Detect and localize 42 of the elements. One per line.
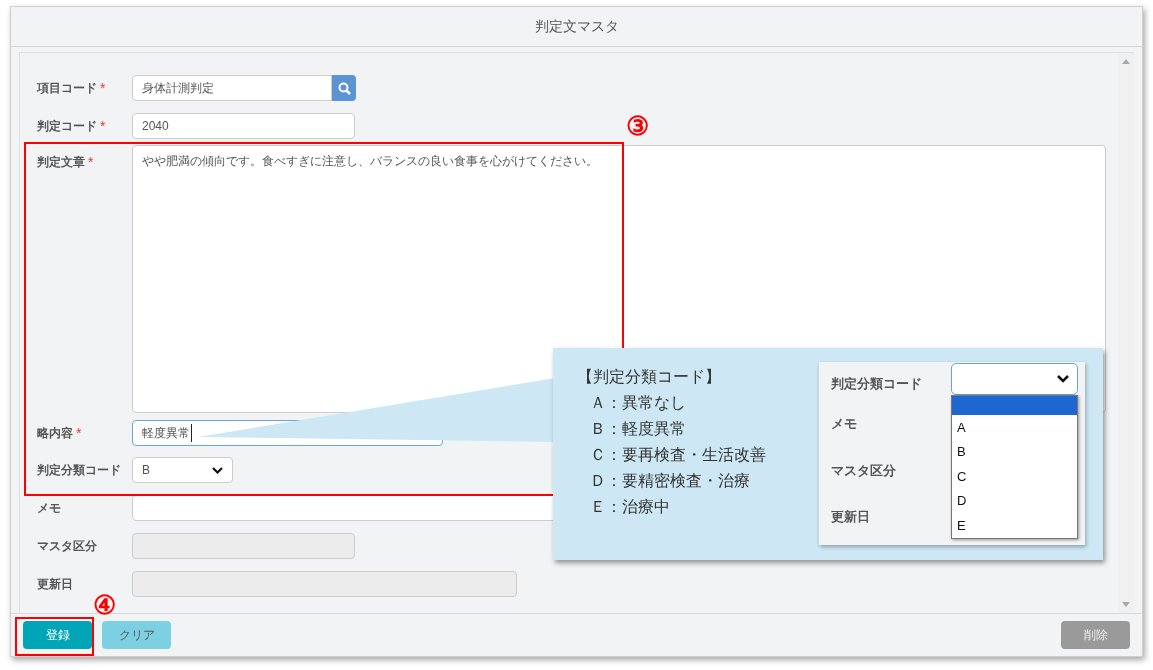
field-label: 判定分類コード <box>831 375 922 394</box>
field-label: 判定コード <box>37 118 97 135</box>
input-field[interactable]: 身体計測判定 <box>132 75 332 101</box>
legend-title: 【判定分類コード】 <box>577 367 722 387</box>
legend-item: Ｄ：要精密検査・治療 <box>590 471 751 491</box>
field-label: 略内容 <box>37 425 73 442</box>
legend-item: Ｃ：要再検査・生活改善 <box>590 445 767 465</box>
clear-button[interactable]: クリア <box>102 621 171 649</box>
field-label: マスタ区分 <box>37 538 97 555</box>
field-label: メモ <box>831 415 857 434</box>
dropdown-option[interactable]: E <box>952 513 1077 538</box>
search-icon <box>337 81 351 95</box>
dropdown-option[interactable]: D <box>952 488 1077 513</box>
required-mark: * <box>88 155 94 169</box>
legend-item: Ａ：異常なし <box>590 393 687 413</box>
dropdown-option[interactable]: A <box>952 415 1077 440</box>
dropdown-option[interactable]: B <box>952 439 1077 464</box>
legend-item: Ｂ：軽度異常 <box>590 419 687 439</box>
field-label: マスタ区分 <box>831 462 896 481</box>
field-label: メモ <box>37 500 61 517</box>
chevron-down-icon <box>212 466 223 474</box>
required-mark: * <box>100 81 106 95</box>
scroll-up-icon[interactable] <box>1122 59 1130 64</box>
field-label: 項目コード <box>37 80 97 97</box>
select-field[interactable]: B <box>132 457 233 483</box>
input-field[interactable]: 2040 <box>132 113 355 139</box>
required-mark: * <box>76 426 82 440</box>
field-label: 更新日 <box>37 576 73 593</box>
dropdown-option[interactable]: C <box>952 464 1077 489</box>
scrollbar[interactable] <box>1118 53 1134 613</box>
field-label: 判定文章 <box>37 154 85 171</box>
legend-item: Ｅ：治療中 <box>590 497 671 517</box>
window-title: 判定文マスタ <box>534 17 619 36</box>
field-label: 判定分類コード <box>37 462 121 479</box>
search-button[interactable] <box>332 75 356 101</box>
annotation-number: ④ <box>93 592 116 618</box>
field-label: 更新日 <box>831 508 870 527</box>
required-mark: * <box>100 119 106 133</box>
scroll-down-icon[interactable] <box>1122 602 1130 607</box>
chevron-down-icon <box>1057 375 1069 383</box>
annotation-number: ③ <box>626 113 649 139</box>
select-field[interactable] <box>951 363 1078 395</box>
